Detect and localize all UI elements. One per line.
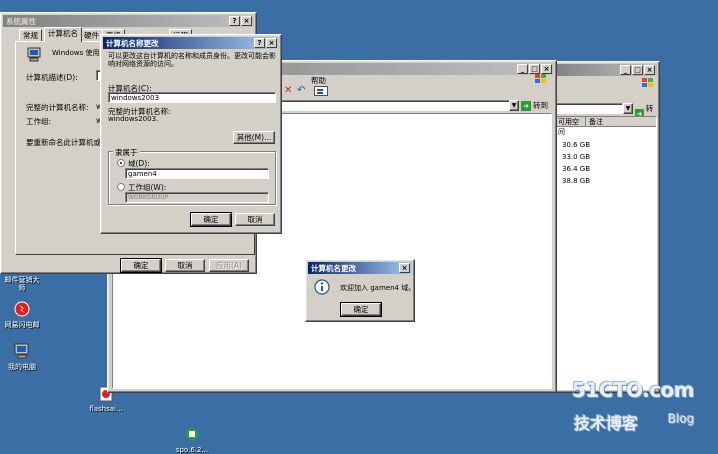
info-text: Windows 使用以 (52, 49, 107, 57)
name-changes-titlebar[interactable]: 计算机名称更改 ? × (103, 37, 279, 49)
windows-logo-icon (535, 74, 546, 83)
workgroup-label: 工作组: (26, 117, 52, 126)
explorer-window-right[interactable]: _ □ × ▼ ➜ 转到 可用空间 备注 30.6 GB 33.0 GB 36.… (548, 61, 660, 393)
minimize-button[interactable]: _ (620, 65, 631, 75)
explorer-middle-address[interactable] (278, 100, 510, 111)
name-changes-window[interactable]: 计算机名称更改 ? × 可以更改这台计算机的名称和成员身份。更改可能会影响对网络… (100, 34, 282, 234)
watermark-site: 51CTO.com (572, 378, 695, 402)
apply-button[interactable]: 应用(A) (209, 259, 249, 272)
close-button[interactable]: × (399, 263, 410, 273)
address-dropdown-button[interactable]: ▼ (509, 100, 519, 111)
explorer-right-titlebar[interactable]: _ □ × (551, 64, 657, 76)
close-button[interactable]: × (241, 16, 252, 26)
domain-input[interactable]: gamen4 (125, 168, 269, 179)
column-header: 可用空间 备注 (554, 117, 656, 136)
address-dropdown-button[interactable]: ▼ (623, 103, 633, 114)
undo-icon[interactable]: ↶ (297, 86, 307, 96)
minimize-button[interactable]: _ (517, 64, 528, 74)
welcome-dialog-titlebar[interactable]: 计算机名更改 × (308, 262, 412, 274)
cancel-button[interactable]: 取消 (165, 259, 205, 272)
full-name-label: 完整的计算机名称: (26, 103, 89, 112)
help-button[interactable]: ? (229, 16, 240, 26)
welcome-message: 欢迎加入 gamen4 域。 (340, 284, 416, 292)
system-properties-titlebar[interactable]: 系统属性 ? × (3, 15, 254, 27)
member-of-group: 隶属于 域(D): gamen4 工作组(W): WORKGROUP (108, 147, 276, 205)
list-item[interactable]: 38.8 GB (562, 177, 590, 185)
full-name-value: windows2003. (108, 115, 159, 123)
column-notes[interactable]: 备注 (586, 117, 656, 126)
rename-text: 要重新命名此计算机或加 (26, 138, 109, 147)
spo-icon (186, 428, 198, 440)
more-button[interactable]: 其他(M)... (233, 131, 275, 144)
workgroup-radio[interactable] (117, 183, 125, 191)
desktop-icon-netease-mail[interactable]: 网易闪电邮 (2, 300, 42, 330)
netease-mail-icon (14, 301, 30, 317)
go-button-middle[interactable]: ➜ 转到 (521, 100, 548, 111)
computer-icon (27, 47, 41, 62)
computer-icon (14, 343, 29, 359)
close-button[interactable]: × (266, 38, 277, 48)
menu-help[interactable]: 帮助 (311, 75, 326, 86)
windows-logo-icon (642, 78, 653, 87)
info-icon (314, 279, 330, 295)
tab-computer-name[interactable]: 计算机名 (44, 27, 82, 42)
description-text: 可以更改这台计算机的名称和成员身份。更改可能会影响对网络资源的访问。 (108, 52, 276, 68)
ok-button[interactable]: 确定 (340, 302, 382, 317)
member-of-label: 隶属于 (113, 147, 140, 158)
delete-icon[interactable]: ✕ (284, 86, 294, 96)
column-free-space[interactable]: 可用空间 (554, 117, 586, 136)
desktop-icon-spo[interactable]: spo.6.2... (170, 426, 214, 454)
list-item[interactable]: 33.0 GB (562, 153, 590, 161)
views-icon[interactable] (314, 86, 328, 96)
ok-button[interactable]: 确定 (190, 212, 232, 227)
list-item[interactable]: 30.6 GB (562, 141, 590, 149)
explorer-right-address[interactable] (553, 103, 623, 114)
workgroup-input[interactable]: WORKGROUP (125, 192, 269, 203)
domain-radio[interactable] (117, 159, 125, 167)
watermark-blog-cn: 技术博客 (574, 414, 639, 433)
close-button[interactable]: × (644, 65, 655, 75)
tab-general[interactable]: 常规 (19, 29, 42, 41)
description-label: 计算机描述(D): (26, 73, 78, 82)
go-arrow-icon: ➜ (521, 100, 531, 111)
welcome-dialog[interactable]: 计算机名更改 × 欢迎加入 gamen4 域。 确定 (305, 259, 415, 322)
watermark-blog-en: Blog (668, 412, 695, 426)
help-button[interactable]: ? (254, 38, 265, 48)
ok-button[interactable]: 确定 (120, 258, 162, 273)
list-item[interactable]: 36.4 GB (562, 165, 590, 173)
cancel-button[interactable]: 取消 (235, 213, 275, 226)
computer-name-input[interactable]: windows2003 (108, 92, 276, 103)
maximize-button[interactable]: □ (632, 65, 643, 75)
desktop-icon-my-computer[interactable]: 我的电脑 (2, 342, 42, 372)
explorer-right-list[interactable]: 可用空间 备注 30.6 GB 33.0 GB 36.4 GB 38.8 GB (553, 116, 657, 390)
desktop-icon-email-marketing[interactable]: 邮件营销大师 (4, 276, 40, 292)
